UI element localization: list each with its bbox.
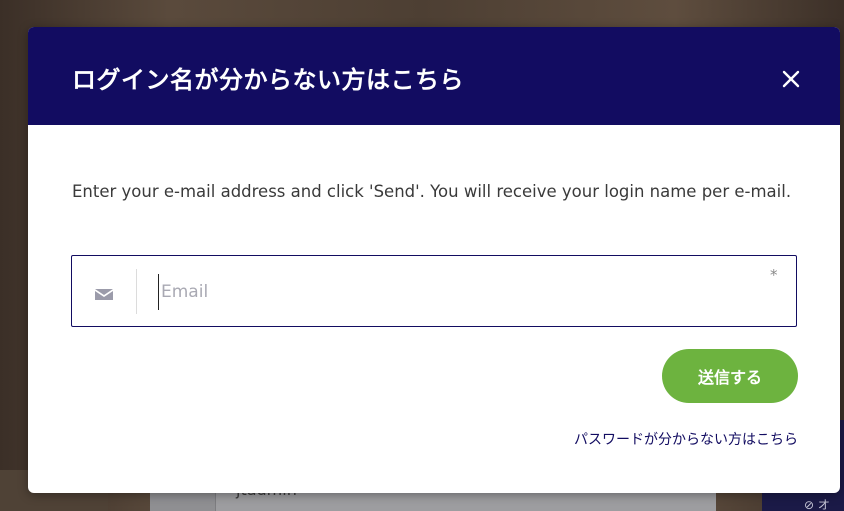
modal-header: ログイン名が分からない方はこちら: [28, 27, 840, 125]
forgot-login-modal: ログイン名が分からない方はこちら Enter your e-mail addre…: [28, 27, 840, 493]
modal-title: ログイン名が分からない方はこちら: [72, 66, 464, 94]
field-divider: [136, 269, 137, 314]
modal-description: Enter your e-mail address and click 'Sen…: [72, 182, 792, 201]
required-mark: *: [770, 266, 778, 284]
close-button[interactable]: [773, 61, 809, 97]
email-field[interactable]: *: [71, 255, 797, 327]
forgot-password-link[interactable]: パスワードが分からない方はこちら: [536, 429, 798, 449]
email-input[interactable]: [158, 274, 758, 310]
background-side-text: ⊘ オ: [804, 498, 830, 511]
send-button[interactable]: 送信する: [662, 349, 798, 403]
envelope-icon: [92, 282, 116, 306]
close-icon: [782, 70, 800, 88]
